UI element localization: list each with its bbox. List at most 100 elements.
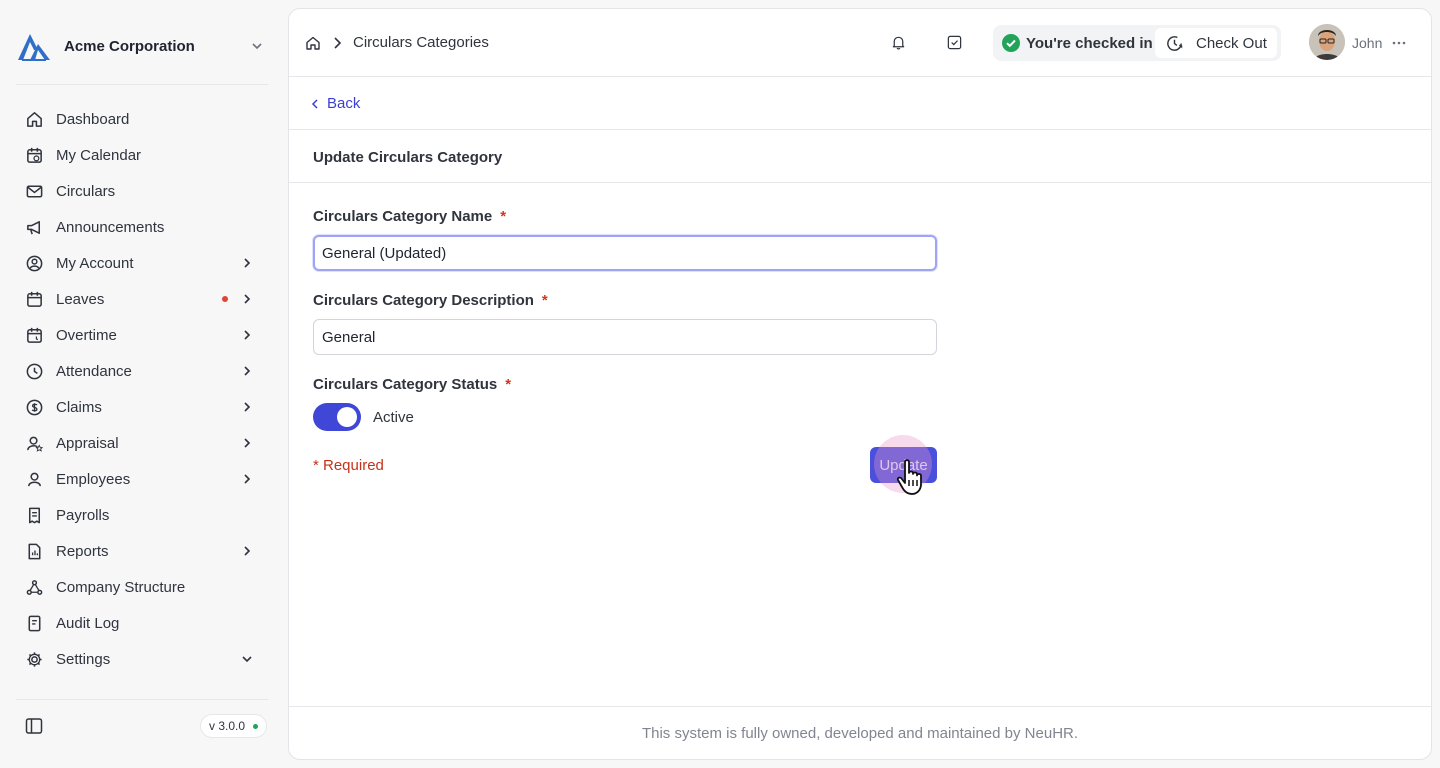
sidebar-item-label: Leaves [56,290,105,308]
checkin-status: You're checked in Check Out [993,25,1281,61]
description-label-text: Circulars Category Description [313,292,534,309]
main-panel: Circulars Categories You're checked in C… [288,8,1432,760]
footer-text: This system is fully owned, developed an… [641,725,1079,742]
sidebar-item-payrolls[interactable]: Payrolls [16,497,268,533]
more-horizontal-icon[interactable] [1391,35,1407,51]
chevron-right-icon [244,402,251,412]
sidebar-nav: Dashboard My Calendar Circulars Announce… [16,101,268,677]
dollar-circle-icon [24,397,44,417]
home-icon [24,109,44,129]
category-description-input[interactable] [313,319,937,355]
sidebar-item-label: Dashboard [56,110,130,128]
mail-icon [24,181,44,201]
chevron-right-icon [244,294,251,304]
top-bar: Circulars Categories You're checked in C… [289,9,1431,77]
sidebar-item-label: Payrolls [56,506,110,524]
sidebar-item-dashboard[interactable]: Dashboard [16,101,268,137]
chevron-right-icon [244,474,251,484]
status-dot [253,723,259,729]
sidebar-item-company-structure[interactable]: Company Structure [16,569,268,605]
megaphone-icon [24,217,44,237]
required-asterisk: * [541,292,548,309]
checkbox-task-icon[interactable] [946,34,963,51]
sidebar-item-circulars[interactable]: Circulars [16,173,268,209]
status-label-text: Circulars Category Status [313,376,498,393]
calendar-check-icon [24,289,44,309]
sidebar-item-label: My Calendar [56,146,142,164]
check-out-label: Check Out [1196,35,1267,52]
sidebar-item-announcements[interactable]: Announcements [16,209,268,245]
chevron-right-icon [244,330,251,340]
sidebar-divider [16,699,268,700]
sidebar-item-label: Appraisal [56,434,119,452]
sidebar-item-attendance[interactable]: Attendance [16,353,268,389]
breadcrumb[interactable]: Circulars Categories [353,34,489,51]
checkin-status-text: You're checked in [1026,35,1153,52]
required-asterisk: * [500,208,507,225]
sidebar-item-label: Overtime [56,326,117,344]
sidebar-divider [16,84,268,85]
clock-arrow-icon [1167,36,1183,51]
back-link[interactable]: Back [309,95,360,112]
sidebar-item-employees[interactable]: Employees [16,461,268,497]
status-field-label: Circulars Category Status * [313,376,511,393]
chevron-right-icon [244,366,251,376]
clock-icon [24,361,44,381]
sidebar-item-claims[interactable]: Claims [16,389,268,425]
receipt-icon [24,505,44,525]
sidebar-item-leaves[interactable]: Leaves [16,281,268,317]
sidebar-item-label: Announcements [56,218,165,236]
version-label: v 3.0.0 [209,719,246,733]
org-switcher[interactable]: Acme Corporation [16,30,272,62]
sidebar-item-settings[interactable]: Settings [16,641,268,677]
sidebar-item-audit-log[interactable]: Audit Log [16,605,268,641]
sidebar-item-label: Employees [56,470,131,488]
status-toggle-label: Active [373,409,414,426]
sidebar-item-label: Settings [56,650,111,668]
update-button[interactable]: Update [870,447,937,483]
sidebar-item-my-account[interactable]: My Account [16,245,268,281]
audit-icon [24,613,44,633]
description-field-label: Circulars Category Description * [313,292,548,309]
bell-icon[interactable] [890,34,907,51]
notification-dot [222,296,228,302]
sidebar-toggle-icon[interactable] [24,716,44,736]
chevron-down-icon [252,43,262,50]
user-name[interactable]: John [1352,35,1382,51]
sidebar-item-label: My Account [56,254,134,272]
gear-icon [24,649,44,669]
sidebar-item-appraisal[interactable]: Appraisal [16,425,268,461]
user-star-icon [24,433,44,453]
sidebar-item-overtime[interactable]: Overtime [16,317,268,353]
user-icon [24,469,44,489]
sidebar-item-reports[interactable]: Reports [16,533,268,569]
toggle-knob [337,407,357,427]
home-icon[interactable] [305,35,321,51]
sidebar: Acme Corporation Dashboard My Calendar C… [0,0,280,768]
chevron-left-icon [311,98,318,109]
check-out-button[interactable]: Check Out [1155,28,1277,58]
chevron-right-icon [244,438,251,448]
required-asterisk: * [505,376,512,393]
avatar[interactable] [1309,24,1345,60]
calendar-clock-icon [24,325,44,345]
acme-logo-icon [18,34,50,61]
sidebar-item-label: Reports [56,542,109,560]
name-field-label: Circulars Category Name * [313,208,506,225]
category-name-input[interactable] [313,235,937,271]
sidebar-item-label: Audit Log [56,614,120,632]
org-name: Acme Corporation [64,37,195,55]
required-note: * Required [313,457,384,474]
form-header: Update Circulars Category [289,130,1431,183]
calendar-icon [24,145,44,165]
sidebar-item-my-calendar[interactable]: My Calendar [16,137,268,173]
sidebar-item-label: Attendance [56,362,132,380]
user-photo-icon [1309,24,1345,60]
sidebar-item-label: Company Structure [56,578,186,596]
page-title: Update Circulars Category [313,149,503,166]
status-toggle[interactable] [313,403,361,431]
version-badge: v 3.0.0 [200,714,268,738]
chevron-right-icon [244,546,251,556]
back-label: Back [327,95,361,112]
name-label-text: Circulars Category Name [313,208,493,225]
